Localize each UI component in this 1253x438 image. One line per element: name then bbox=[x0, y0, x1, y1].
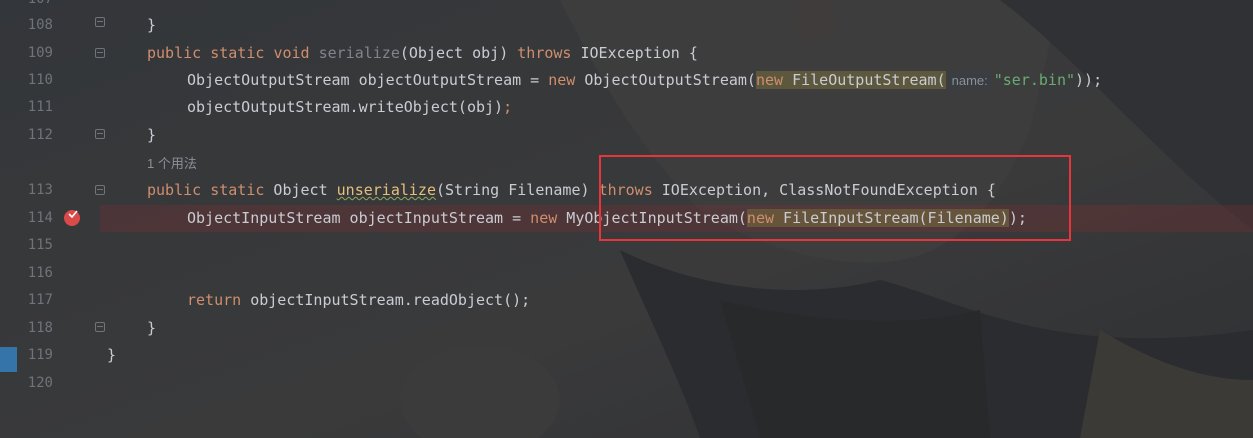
fold-icon[interactable] bbox=[95, 48, 105, 58]
code-line-109: public static void serialize(Object obj)… bbox=[147, 44, 698, 62]
line-number[interactable]: 115 bbox=[17, 232, 53, 259]
fold-icon[interactable] bbox=[95, 17, 105, 27]
line-number[interactable]: 114 bbox=[17, 205, 53, 232]
line-number[interactable]: 118 bbox=[17, 315, 53, 342]
line-number[interactable]: 117 bbox=[17, 287, 53, 314]
usage-hint[interactable]: 1 个用法 bbox=[147, 152, 197, 176]
line-number[interactable]: 120 bbox=[17, 370, 53, 397]
line-number[interactable]: 108 bbox=[17, 12, 53, 39]
code-editor[interactable]: 1071081091101111121131141151161171181191… bbox=[0, 0, 1253, 438]
code-line-117: return objectInputStream.readObject(); bbox=[187, 291, 531, 309]
code-line-110: ObjectOutputStream objectOutputStream = … bbox=[187, 71, 1103, 90]
line-number[interactable]: 112 bbox=[17, 122, 53, 149]
code-line-108: } bbox=[147, 16, 157, 34]
annotation-highlight-box bbox=[599, 155, 1071, 241]
line-number[interactable]: 119 bbox=[17, 342, 53, 369]
code-line-112: } bbox=[147, 126, 157, 144]
line-number[interactable]: 109 bbox=[17, 40, 53, 67]
current-line-marker bbox=[0, 347, 17, 372]
breakpoint-icon[interactable] bbox=[64, 210, 80, 226]
parameter-hint: name: bbox=[947, 71, 992, 90]
line-number[interactable]: 116 bbox=[17, 260, 53, 287]
fold-icon[interactable] bbox=[95, 322, 105, 332]
line-number[interactable]: 113 bbox=[17, 177, 53, 204]
code-line-119: } bbox=[107, 346, 117, 364]
code-line-111: objectOutputStream.writeObject(obj); bbox=[187, 98, 513, 116]
fold-icon[interactable] bbox=[95, 185, 105, 195]
line-number[interactable]: 111 bbox=[17, 94, 53, 121]
fold-icon[interactable] bbox=[95, 129, 105, 139]
line-number[interactable]: 110 bbox=[17, 67, 53, 94]
code-line-118: } bbox=[147, 319, 157, 337]
